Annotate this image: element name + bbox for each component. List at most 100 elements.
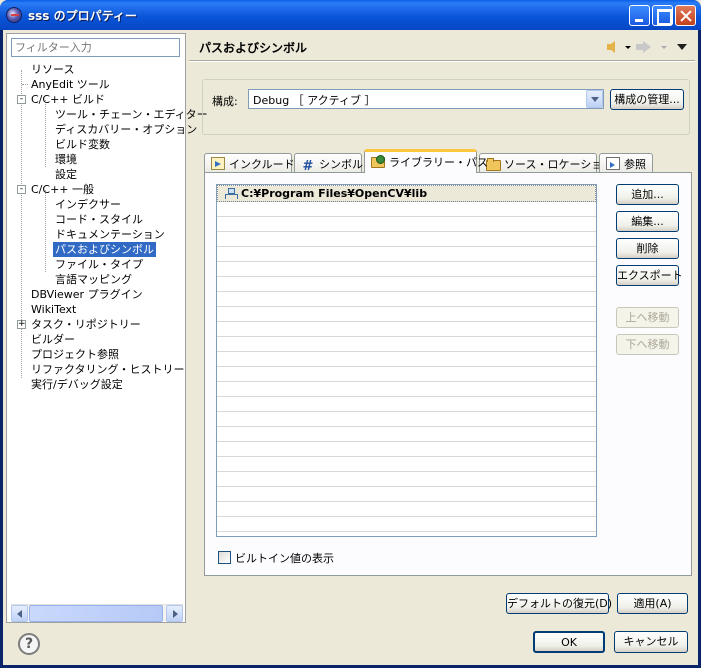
properties-window: sss のプロパティー リソース AnyEdit ツール - C/C++ ビルド… xyxy=(0,0,701,668)
list-item[interactable]: C:¥Program Files¥OpenCV¥lib xyxy=(217,185,596,202)
eclipse-icon xyxy=(6,7,22,23)
dialog-client: リソース AnyEdit ツール - C/C++ ビルド ツール・チェーン・エデ… xyxy=(3,30,698,665)
filter-input[interactable] xyxy=(11,38,180,57)
add-button[interactable]: 追加... xyxy=(616,184,679,205)
edit-button[interactable]: 編集... xyxy=(616,211,679,232)
title-bar[interactable]: sss のプロパティー xyxy=(0,0,701,30)
tree-item-language-mapping[interactable]: 言語マッピング xyxy=(53,272,134,287)
expand-icon[interactable]: + xyxy=(17,320,26,329)
tree-item-builders[interactable]: ビルダー xyxy=(29,332,77,347)
tab-label: インクルード xyxy=(229,158,295,171)
cancel-button[interactable]: キャンセル xyxy=(614,631,688,653)
folder-icon xyxy=(486,157,501,171)
library-path-icon xyxy=(225,188,238,199)
move-up-button[interactable]: 上へ移動 xyxy=(616,307,679,328)
export-button[interactable]: エクスポート xyxy=(616,265,683,286)
tree-item-code-style[interactable]: コード・スタイル xyxy=(53,212,145,227)
tree-item-run-debug-settings[interactable]: 実行/デバッグ設定 xyxy=(29,377,125,392)
chevron-down-icon[interactable] xyxy=(625,46,631,49)
include-icon xyxy=(211,157,225,170)
tree-item-label: ツール・チェーン・エディター xyxy=(55,108,208,121)
title-separator xyxy=(189,60,695,62)
library-paths-panel: C:¥Program Files¥OpenCV¥lib 追加... 編集... … xyxy=(204,172,692,576)
tree-item-dbviewer[interactable]: DBViewer プラグイン xyxy=(29,287,145,302)
tree-item-label: C/C++ 一般 xyxy=(31,183,94,196)
tab-label: シンボル xyxy=(319,158,363,171)
tree-item-label: コード・スタイル xyxy=(55,213,143,226)
right-pane: パスおよびシンボル 構成: Debug ［ アクティブ ］ 構成の管理... イ… xyxy=(189,33,695,623)
tree-item-settings[interactable]: 設定 xyxy=(53,167,79,182)
tree-item-anyedit[interactable]: AnyEdit ツール xyxy=(29,77,112,92)
delete-button[interactable]: 削除 xyxy=(616,238,679,259)
tree-connector xyxy=(21,70,22,378)
maximize-button[interactable] xyxy=(652,5,673,26)
scrollbar-thumb[interactable] xyxy=(29,605,163,622)
collapse-icon[interactable]: - xyxy=(17,95,26,104)
configuration-group: 構成: Debug ［ アクティブ ］ 構成の管理... xyxy=(202,79,690,135)
tree-item-label: プロジェクト参照 xyxy=(31,348,119,361)
tab-label: 参照 xyxy=(624,158,646,171)
tab-source-location[interactable]: ソース・ロケーション xyxy=(479,153,613,172)
tree-item-build-variables[interactable]: ビルド変数 xyxy=(53,137,112,152)
library-icon xyxy=(371,155,385,168)
tree-item-environment[interactable]: 環境 xyxy=(53,152,79,167)
configuration-select[interactable]: Debug ［ アクティブ ］ xyxy=(248,89,604,109)
tree-item-label: 設定 xyxy=(55,168,77,181)
tree-item-label: ドキュメンテーション xyxy=(55,228,165,241)
help-icon[interactable]: ? xyxy=(18,633,40,655)
tab-references[interactable]: 参照 xyxy=(599,153,653,172)
tree-item-label: 環境 xyxy=(55,153,77,166)
tree-item-label: C/C++ ビルド xyxy=(31,93,105,106)
builtin-values-checkbox[interactable] xyxy=(218,551,231,564)
tree-item-project-references[interactable]: プロジェクト参照 xyxy=(29,347,121,362)
library-path-list[interactable]: C:¥Program Files¥OpenCV¥lib xyxy=(216,184,597,537)
close-button[interactable] xyxy=(675,5,696,26)
scroll-right-icon[interactable] xyxy=(166,605,183,622)
view-menu-icon[interactable] xyxy=(677,44,687,50)
dialog-footer: ? OK キャンセル xyxy=(3,626,698,665)
tab-label: ソース・ロケーション xyxy=(504,158,614,171)
tree-item-label: WikiText xyxy=(31,303,77,316)
collapse-icon[interactable]: - xyxy=(17,185,26,194)
configuration-value: Debug ［ アクティブ ］ xyxy=(253,94,376,107)
tree-item-toolchain-editor[interactable]: ツール・チェーン・エディター xyxy=(53,107,210,122)
tree-item-indexer[interactable]: インデクサー xyxy=(53,197,123,212)
tree-connector xyxy=(45,190,46,272)
tab-include[interactable]: インクルード xyxy=(204,153,295,172)
tree-item-discovery-options[interactable]: ディスカバリー・オプション xyxy=(53,122,199,137)
tree-item-label: DBViewer プラグイン xyxy=(31,288,143,301)
horizontal-scrollbar[interactable] xyxy=(11,604,183,622)
tree-connector xyxy=(22,84,28,85)
tab-bar: インクルード # シンボル ライブラリー・パス ソース・ロケーション 参照 xyxy=(204,149,692,173)
tab-label: ライブラリー・パス xyxy=(389,156,488,169)
tree-item-paths-symbols[interactable]: パスおよびシンボル xyxy=(52,241,157,258)
forward-arrow-icon xyxy=(636,41,651,53)
back-arrow-icon[interactable] xyxy=(607,41,615,53)
tree-item-wikitext[interactable]: WikiText xyxy=(29,302,78,317)
move-down-button[interactable]: 下へ移動 xyxy=(616,334,679,355)
navigation-toolbar xyxy=(603,39,691,55)
apply-button[interactable]: 適用(A) xyxy=(617,593,688,614)
tree-item-label: リファクタリング・ヒストリー xyxy=(31,363,185,376)
chevron-down-icon[interactable] xyxy=(586,90,603,108)
tree-item-documentation[interactable]: ドキュメンテーション xyxy=(53,227,167,242)
page-title: パスおよびシンボル xyxy=(199,41,308,55)
tree-item-label: ビルダー xyxy=(31,333,75,346)
scroll-left-icon[interactable] xyxy=(11,605,28,622)
tree-item-resource[interactable]: リソース xyxy=(29,62,76,77)
manage-configurations-button[interactable]: 構成の管理... xyxy=(610,89,684,110)
tree-item-label: 実行/デバッグ設定 xyxy=(31,378,123,391)
tab-symbols[interactable]: # シンボル xyxy=(294,153,363,173)
tab-library-paths[interactable]: ライブラリー・パス xyxy=(364,149,488,173)
tree-item-cpp-build[interactable]: C/C++ ビルド xyxy=(29,92,107,107)
tree-connector xyxy=(45,100,46,167)
tree-item-file-types[interactable]: ファイル・タイプ xyxy=(53,257,145,272)
restore-defaults-button[interactable]: デフォルトの復元(D) xyxy=(506,593,612,614)
minimize-button[interactable] xyxy=(629,5,650,26)
tree-item-refactoring-history[interactable]: リファクタリング・ヒストリー xyxy=(29,362,187,377)
tree-item-task-repository[interactable]: タスク・リポジトリー xyxy=(29,317,143,332)
ok-button[interactable]: OK xyxy=(533,631,605,653)
tree-item-cpp-general[interactable]: C/C++ 一般 xyxy=(29,182,96,197)
tree-item-label: ビルド変数 xyxy=(55,138,110,151)
tree-item-label: リソース xyxy=(31,63,75,76)
